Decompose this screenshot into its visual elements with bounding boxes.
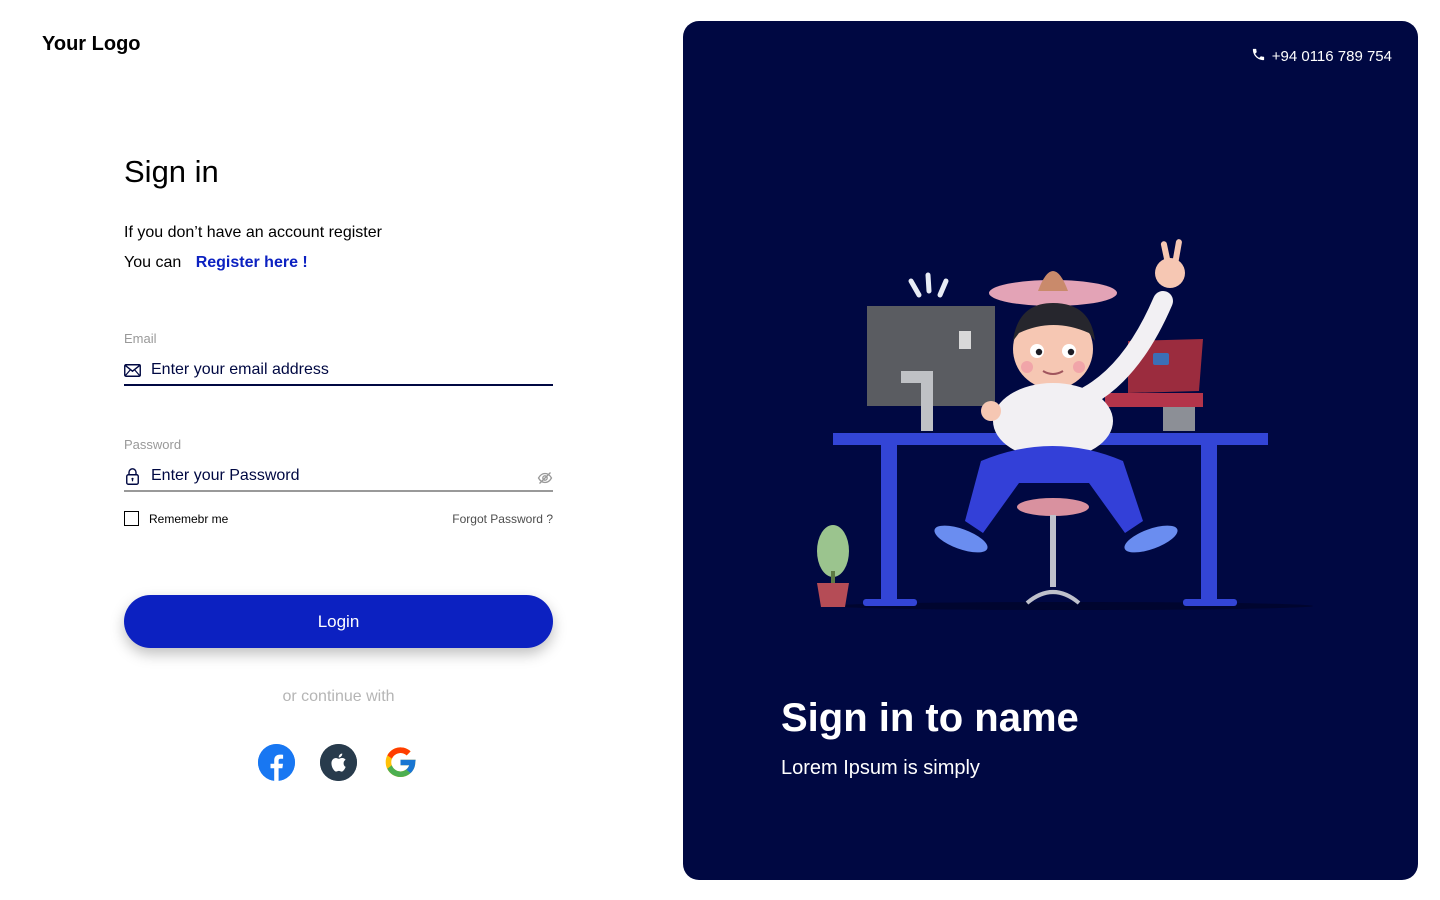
phone-number: +94 0116 789 754 — [1271, 48, 1392, 65]
envelope-icon — [124, 362, 141, 379]
email-input[interactable] — [141, 356, 553, 384]
hero-panel: +94 0116 789 754 Sign in to name Lorem I… — [683, 21, 1418, 880]
remember-me[interactable]: Rememebr me — [124, 511, 228, 526]
password-input[interactable] — [141, 462, 553, 490]
subtitle-line-1: If you don’t have an account register — [124, 224, 382, 241]
phone-icon — [1251, 47, 1266, 66]
eye-off-icon[interactable] — [537, 470, 553, 486]
email-label: Email — [124, 331, 157, 346]
forgot-password-link[interactable]: Forgot Password ? — [452, 512, 553, 526]
social-login-group — [258, 744, 419, 781]
login-options: Rememebr me Forgot Password ? — [124, 511, 553, 526]
email-field: Email — [124, 331, 553, 386]
google-icon[interactable] — [382, 744, 419, 781]
phone-contact: +94 0116 789 754 — [1251, 47, 1392, 66]
apple-icon[interactable] — [320, 744, 357, 781]
facebook-icon[interactable] — [258, 744, 295, 781]
remember-me-label: Rememebr me — [149, 511, 229, 526]
subtitle-line-2: You can Register here ! — [124, 248, 553, 278]
lock-icon — [124, 467, 141, 485]
page-title: Sign in — [124, 154, 219, 189]
signin-subtitle: If you don’t have an account register Yo… — [124, 218, 553, 278]
password-field: Password — [124, 437, 553, 492]
register-link[interactable]: Register here ! — [196, 254, 308, 271]
or-continue-text: or continue with — [282, 688, 395, 705]
panel-title: Sign in to name — [781, 696, 1079, 740]
email-input-row — [124, 356, 553, 386]
password-input-row — [124, 462, 553, 492]
password-label: Password — [124, 437, 182, 452]
login-button[interactable]: Login — [124, 595, 553, 648]
panel-subtitle: Lorem Ipsum is simply — [781, 757, 980, 779]
logo: Your Logo — [42, 33, 141, 55]
signin-form: Sign in If you don’t have an account reg… — [124, 150, 553, 526]
remember-me-checkbox[interactable] — [124, 511, 139, 526]
subtitle-prefix: You can — [124, 254, 182, 271]
desk-illustration — [817, 239, 1313, 610]
